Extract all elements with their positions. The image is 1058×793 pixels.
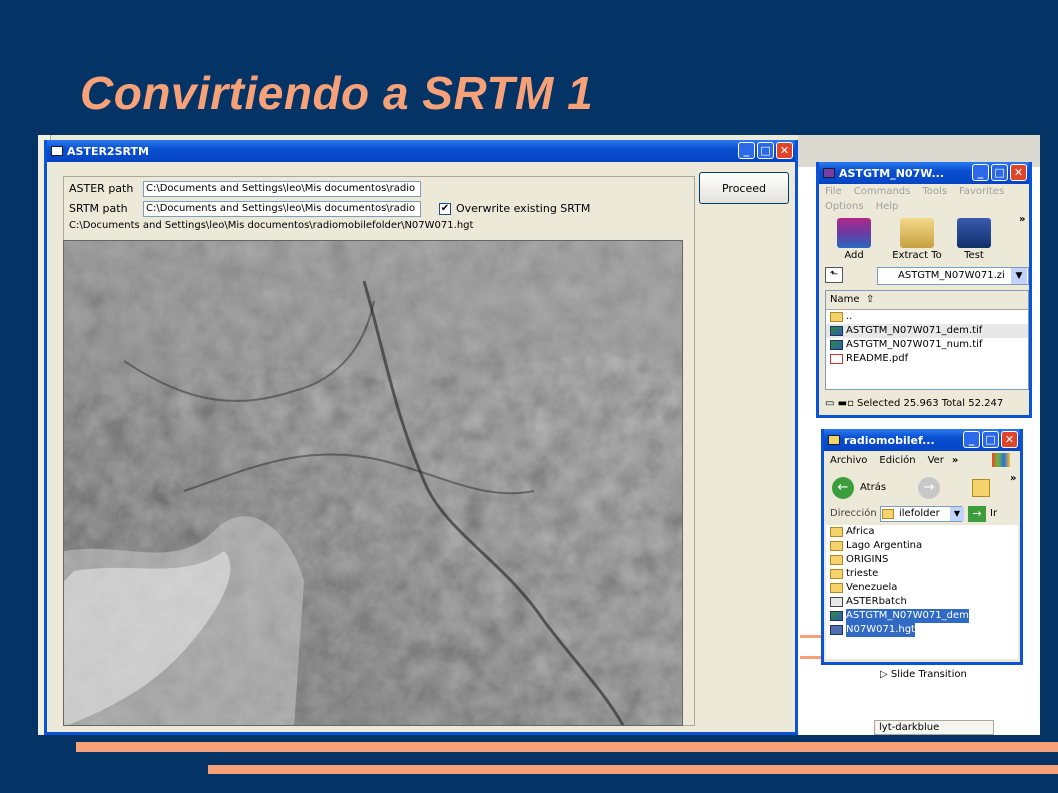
menu-edicion[interactable]: Edición — [873, 453, 921, 468]
maximize-button[interactable]: □ — [982, 431, 999, 448]
explorer-titlebar[interactable]: radiomobilef... _ □ ✕ — [824, 429, 1020, 451]
address-label: Dirección — [830, 508, 877, 519]
winrar-titlebar[interactable]: ASTGTM_N07W... _ □ ✕ — [819, 162, 1029, 184]
menu-tools[interactable]: Tools — [916, 184, 953, 199]
list-item[interactable]: ASTGTM_N07W071_num.tif — [826, 338, 1028, 352]
aster-path-input[interactable]: C:\Documents and Settings\leo\Mis docume… — [143, 181, 421, 197]
list-item[interactable]: .. — [826, 310, 1028, 324]
close-button[interactable]: ✕ — [1001, 431, 1018, 448]
list-item[interactable]: N07W071.hgt — [826, 623, 1018, 637]
window-title: ASTER2SRTM — [67, 144, 149, 158]
menu-file[interactable]: File — [819, 184, 848, 199]
up-folder-icon[interactable] — [972, 479, 990, 497]
test-button[interactable]: Test — [951, 218, 997, 261]
list-item[interactable]: ASTGTM_N07W071_dem — [826, 609, 1018, 623]
chevron-down-icon[interactable]: ▼ — [950, 507, 964, 521]
chevron-down-icon[interactable]: ▼ — [1011, 268, 1027, 284]
image-file-icon — [830, 326, 843, 336]
explorer-file-list: Africa Lago Argentina ORIGINS trieste Ve… — [826, 525, 1018, 659]
menu-overflow-icon[interactable]: » — [950, 453, 960, 468]
back-arrow-icon[interactable]: ← — [832, 477, 854, 499]
list-item[interactable]: trieste — [826, 567, 1018, 581]
slide-transition-link[interactable]: ▷ Slide Transition — [880, 669, 967, 680]
minimize-button[interactable]: _ — [963, 431, 980, 448]
list-item[interactable]: Lago Argentina — [826, 539, 1018, 553]
close-button[interactable]: ✕ — [1010, 164, 1027, 181]
proceed-button[interactable]: Proceed — [699, 172, 789, 204]
menu-ver[interactable]: Ver — [922, 453, 950, 468]
add-icon — [837, 218, 871, 248]
aster2srtm-titlebar[interactable]: ASTER2SRTM _ □ ✕ — [47, 140, 795, 162]
explorer-menubar: Archivo Edición Ver » — [824, 453, 960, 468]
srtm-path-label: SRTM path — [69, 202, 128, 215]
pdf-icon — [830, 354, 843, 364]
aster-path-label: ASTER path — [69, 182, 134, 195]
menu-options[interactable]: Options — [819, 199, 870, 214]
column-header-name[interactable]: Name ⇧ — [826, 291, 1028, 310]
image-file-icon — [830, 611, 843, 621]
archive-path-select[interactable]: ASTGTM_N07W071.zi — [877, 267, 1029, 285]
folder-icon — [830, 555, 843, 565]
minimize-button[interactable]: _ — [972, 164, 989, 181]
folder-icon — [830, 527, 843, 537]
app-icon — [51, 146, 63, 156]
list-item[interactable]: ORIGINS — [826, 553, 1018, 567]
srtm-path-input[interactable]: C:\Documents and Settings\leo\Mis docume… — [143, 201, 421, 217]
extract-icon — [900, 218, 934, 248]
winrar-menubar-row2: Options Help — [819, 199, 904, 214]
minimize-button[interactable]: _ — [738, 142, 755, 159]
batch-file-icon — [830, 597, 843, 607]
toolbar-overflow-icon[interactable]: » — [1019, 214, 1025, 225]
menu-commands[interactable]: Commands — [848, 184, 917, 199]
forward-arrow-icon[interactable]: → — [918, 477, 940, 499]
accent-line-top — [76, 742, 1058, 752]
list-item[interactable]: Venezuela — [826, 581, 1018, 595]
hgt-file-icon — [830, 625, 843, 635]
list-item[interactable]: ASTERbatch — [826, 595, 1018, 609]
aster2srtm-window: ASTER2SRTM _ □ ✕ ASTER path C:\Documents… — [44, 140, 798, 735]
folder-icon — [830, 583, 843, 593]
status-bar-text: lyt-darkblue — [874, 720, 994, 735]
go-arrow-icon[interactable]: → — [968, 506, 986, 522]
folder-icon — [830, 569, 843, 579]
folder-icon — [882, 509, 894, 519]
close-button[interactable]: ✕ — [776, 142, 793, 159]
image-file-icon — [830, 340, 843, 350]
menu-favorites[interactable]: Favorites — [953, 184, 1010, 199]
overwrite-label: Overwrite existing SRTM — [456, 202, 591, 215]
go-button-label[interactable]: Ir — [990, 508, 997, 519]
screenshot: ▷ Slide Transition lyt-darkblue ASTER2SR… — [38, 135, 1040, 735]
explorer-window: radiomobilef... _ □ ✕ Archivo Edición Ve… — [821, 429, 1023, 665]
list-item[interactable]: Africa — [826, 525, 1018, 539]
output-path-text: C:\Documents and Settings\leo\Mis docume… — [69, 220, 474, 231]
dem-preview-image — [63, 240, 683, 726]
accent-line-bottom — [208, 765, 1058, 774]
slide-title: Convirtiendo a SRTM 1 — [80, 67, 594, 119]
winrar-status-bar: ▭ ▬▫ Selected 25.963 Total 52.247 — [825, 398, 1004, 409]
folder-icon — [830, 312, 843, 322]
overwrite-checkbox[interactable]: ✔ — [439, 203, 451, 215]
folder-icon — [830, 541, 843, 551]
folder-icon — [828, 435, 840, 445]
add-button[interactable]: Add — [831, 218, 877, 261]
maximize-button[interactable]: □ — [757, 142, 774, 159]
list-item[interactable]: README.pdf — [826, 352, 1028, 366]
test-icon — [957, 218, 991, 248]
winrar-icon — [823, 168, 835, 178]
ppt-thumbnail-lines — [800, 635, 822, 659]
windows-logo-icon — [992, 453, 1010, 467]
list-item[interactable]: ASTGTM_N07W071_dem.tif — [826, 324, 1028, 338]
winrar-title: ASTGTM_N07W... — [839, 166, 945, 180]
menu-help[interactable]: Help — [870, 199, 905, 214]
back-button-label[interactable]: Atrás — [860, 482, 886, 493]
toolbar-overflow-icon[interactable]: » — [1010, 473, 1016, 484]
archive-file-list: Name ⇧ .. ASTGTM_N07W071_dem.tif ASTGTM_… — [825, 290, 1029, 390]
extract-to-button[interactable]: Extract To — [889, 218, 945, 261]
winrar-window: ASTGTM_N07W... _ □ ✕ File Commands Tools… — [816, 162, 1032, 418]
up-folder-icon[interactable]: ⬑ — [825, 267, 843, 283]
winrar-menubar: File Commands Tools Favorites — [819, 184, 1029, 199]
explorer-title: radiomobilef... — [844, 433, 935, 447]
maximize-button[interactable]: □ — [991, 164, 1008, 181]
menu-archivo[interactable]: Archivo — [824, 453, 873, 468]
